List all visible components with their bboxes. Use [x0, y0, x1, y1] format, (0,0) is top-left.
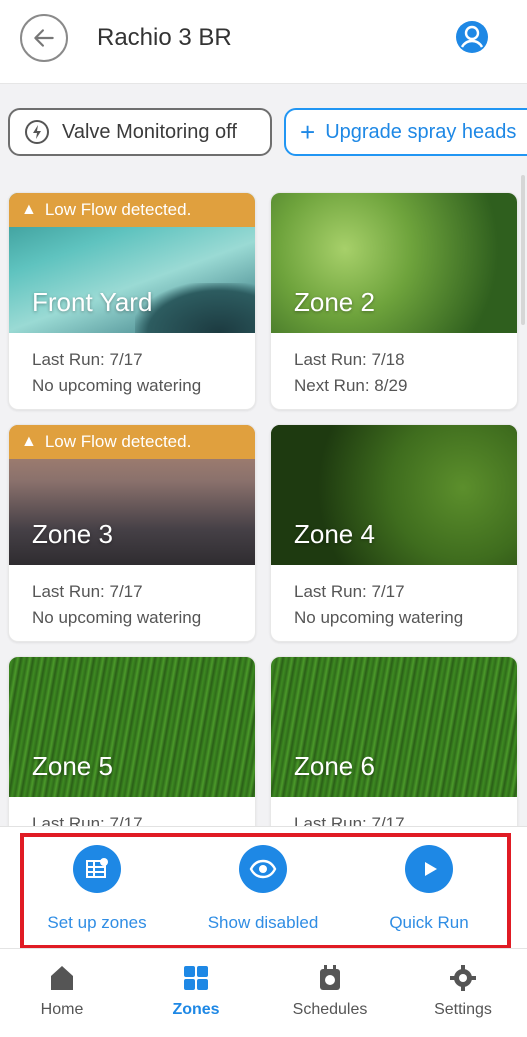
grid-settings-icon [73, 845, 121, 893]
alert-label: Low Flow detected. [44, 432, 192, 451]
nav-home-label: Home [40, 1001, 84, 1018]
upgrade-spray-heads-chip[interactable]: + Upgrade spray heads [284, 108, 527, 156]
valve-monitoring-chip[interactable]: Valve Monitoring off [8, 108, 272, 156]
zone-card-zone-4[interactable]: Zone 4 Last Run: 7/17 No upcoming wateri… [270, 424, 518, 642]
home-icon [51, 966, 73, 990]
zone-name: Front Yard [32, 287, 153, 317]
nav-schedules[interactable]: Schedules [275, 963, 385, 1019]
last-run: Last Run: 7/17 [32, 350, 143, 369]
gear-icon [450, 965, 476, 991]
last-run: Last Run: 7/17 [32, 582, 143, 601]
zones-icon [184, 966, 208, 990]
quick-run-button[interactable]: Quick Run [349, 845, 509, 933]
zone-card-front-yard[interactable]: ▲ Low Flow detected. Front Yard Last Run… [8, 192, 256, 410]
low-flow-alert: ▲ Low Flow detected. [9, 425, 255, 459]
zone-info: Last Run: 7/17 No upcoming watering [32, 347, 201, 399]
play-icon [405, 845, 453, 893]
alert-label: Low Flow detected. [44, 200, 192, 219]
show-disabled-label: Show disabled [207, 913, 319, 932]
page-title: Rachio 3 BR [97, 24, 232, 51]
action-panel: Set up zones Show disabled Quick Run [0, 826, 527, 949]
show-disabled-button[interactable]: Show disabled [183, 845, 343, 933]
zone-name: Zone 5 [32, 751, 113, 781]
chip-row: Valve Monitoring off + Upgrade spray hea… [0, 108, 527, 158]
zone-info: Last Run: 7/17 No upcoming watering [32, 579, 201, 631]
valve-monitoring-label: Valve Monitoring off [62, 120, 237, 143]
last-run: Last Run: 7/18 [294, 350, 405, 369]
zone-card-zone-2[interactable]: Zone 2 Last Run: 7/18 Next Run: 8/29 [270, 192, 518, 410]
zone-info: Last Run: 7/17 No upcoming watering [294, 579, 463, 631]
set-up-zones-button[interactable]: Set up zones [17, 845, 177, 933]
low-flow-alert: ▲ Low Flow detected. [9, 193, 255, 227]
app-header: Rachio 3 BR [0, 0, 527, 84]
scrollbar[interactable] [521, 175, 525, 325]
last-run: Last Run: 7/17 [294, 582, 405, 601]
user-circle-icon[interactable] [455, 20, 489, 54]
zone-name: Zone 2 [294, 287, 375, 317]
nav-schedules-label: Schedules [292, 1001, 368, 1018]
lightning-circle-icon [25, 120, 49, 144]
zone-name: Zone 6 [294, 751, 375, 781]
bottom-nav: Home Zones Schedules Settings [0, 948, 527, 1037]
calendar-icon [320, 965, 340, 990]
arrow-left-icon [34, 29, 54, 47]
eye-icon [239, 845, 287, 893]
warning-icon: ▲ [21, 201, 37, 218]
nav-home[interactable]: Home [7, 963, 117, 1019]
back-button[interactable] [20, 14, 68, 62]
quick-run-label: Quick Run [389, 913, 469, 932]
zone-info: Last Run: 7/18 Next Run: 8/29 [294, 347, 407, 399]
zone-name: Zone 3 [32, 519, 113, 549]
zone-card-zone-3[interactable]: ▲ Low Flow detected. Zone 3 Last Run: 7/… [8, 424, 256, 642]
warning-icon: ▲ [21, 433, 37, 450]
upgrade-spray-heads-label: Upgrade spray heads [325, 120, 517, 143]
next-run: No upcoming watering [32, 376, 202, 395]
next-run: No upcoming watering [294, 608, 464, 627]
set-up-zones-label: Set up zones [47, 913, 147, 932]
zone-name: Zone 4 [294, 519, 375, 549]
nav-settings[interactable]: Settings [408, 963, 518, 1019]
next-run: No upcoming watering [32, 608, 202, 627]
next-run: Next Run: 8/29 [294, 376, 408, 395]
plus-icon: + [300, 117, 316, 147]
nav-zones-label: Zones [172, 1001, 220, 1018]
nav-zones[interactable]: Zones [141, 963, 251, 1019]
nav-settings-label: Settings [434, 1001, 492, 1018]
